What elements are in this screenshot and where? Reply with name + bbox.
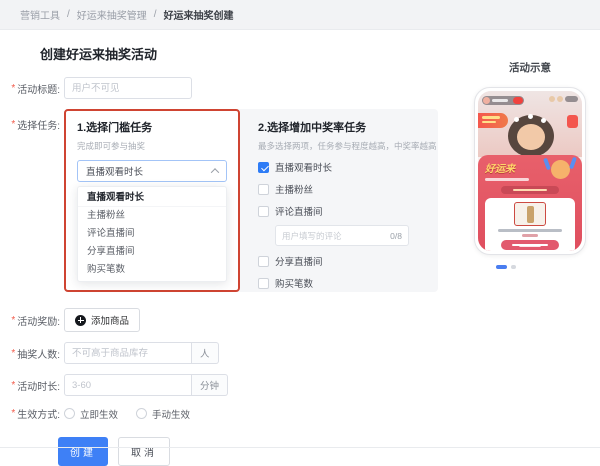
breadcrumb: 营销工具 / 好运来抽奖管理 / 好运来抽奖创建 — [0, 0, 600, 30]
lottery-tagline — [485, 178, 529, 181]
event-banner — [478, 113, 508, 128]
page-bottom-divider — [0, 447, 600, 448]
breadcrumb-separator: / — [154, 9, 157, 20]
draw-count-label: * 抽奖人数: — [6, 346, 60, 361]
checkbox-checked-icon[interactable] — [258, 162, 269, 173]
lottery-header-pill — [501, 186, 559, 194]
mascot-icon — [551, 160, 570, 179]
form-row-duration: * 活动时长: 分钟 — [6, 374, 600, 396]
threshold-task-panel: 1.选择门槛任务 完成即可参与抽奖 直播观看时长 直播观看时长 主播粉丝 评论直… — [64, 109, 240, 292]
activity-preview: 活动示意 — [468, 60, 592, 269]
form-actions: 创建 取消 — [58, 437, 600, 466]
follow-button — [513, 97, 523, 104]
preview-pagination — [468, 265, 516, 269]
effective-mode-label: * 生效方式: — [6, 406, 60, 421]
add-product-button[interactable]: 添加商品 — [64, 308, 140, 332]
preview-title: 活动示意 — [509, 60, 551, 75]
breadcrumb-item-marketing-tools[interactable]: 营销工具 — [20, 7, 60, 22]
radio-icon[interactable] — [64, 408, 75, 419]
viewer-count-pill — [565, 96, 578, 102]
checkbox-follow-host[interactable]: 主播粉丝 — [258, 182, 436, 196]
cancel-button[interactable]: 取消 — [118, 437, 170, 466]
breadcrumb-item-lottery-create: 好运来抽奖创建 — [164, 7, 234, 22]
required-asterisk: * — [11, 315, 15, 326]
duration-input-group: 分钟 — [64, 374, 228, 396]
required-asterisk: * — [11, 83, 15, 94]
prize-count — [522, 234, 538, 237]
threshold-task-dropdown: 直播观看时长 主播粉丝 评论直播间 分享直播间 购买笔数 — [77, 186, 227, 282]
dropdown-option-comment-room[interactable]: 评论直播间 — [78, 225, 226, 243]
activity-reward-label: * 活动奖励: — [6, 313, 60, 328]
checkbox-icon[interactable] — [258, 256, 269, 267]
promo-badge-icon — [567, 115, 578, 128]
viewer-avatar — [549, 96, 555, 102]
checkbox-purchase-count[interactable]: 购买笔数 — [258, 276, 436, 290]
radio-immediate-effect[interactable]: 立即生效 — [64, 407, 118, 421]
checkbox-icon[interactable] — [258, 278, 269, 289]
required-asterisk: * — [11, 119, 15, 130]
dropdown-option-purchase-count[interactable]: 购买笔数 — [78, 261, 226, 279]
duration-input[interactable] — [64, 374, 192, 396]
threshold-task-select-value: 直播观看时长 — [86, 164, 143, 178]
pagination-dot[interactable] — [511, 265, 516, 269]
form-row-effective-mode: * 生效方式: 立即生效 手动生效 — [6, 406, 600, 421]
required-asterisk: * — [11, 380, 15, 391]
form-row-activity-reward: * 活动奖励: 添加商品 — [6, 308, 600, 332]
prize-description — [498, 229, 562, 232]
host-avatar — [483, 97, 490, 104]
dropdown-option-watch-duration[interactable]: 直播观看时长 — [78, 189, 226, 207]
host-info-pill — [482, 96, 524, 105]
rate-panel-subtitle: 最多选择两项，任务参与程度越高，中奖率越高 — [258, 140, 436, 152]
prize-product-image — [514, 202, 546, 226]
required-asterisk: * — [11, 348, 15, 359]
rate-panel-title: 2.选择增加中奖率任务 — [258, 119, 436, 135]
threshold-panel-title: 1.选择门槛任务 — [77, 119, 227, 135]
checkbox-icon[interactable] — [258, 184, 269, 195]
draw-count-unit: 人 — [192, 342, 219, 364]
activity-title-input[interactable] — [64, 77, 192, 99]
activity-title-label: * 活动标题: — [6, 81, 60, 96]
swipe-hint — [519, 244, 541, 247]
pagination-dot-active[interactable] — [496, 265, 507, 269]
rate-task-panel: 2.选择增加中奖率任务 最多选择两项，任务参与程度越高，中奖率越高 直播观看时长… — [240, 109, 436, 292]
create-button[interactable]: 创建 — [58, 437, 108, 466]
dropdown-option-share-room[interactable]: 分享直播间 — [78, 243, 226, 261]
comment-input-group: 0/8 — [275, 225, 409, 246]
lottery-promo-panel: 好运来 — [478, 155, 582, 251]
plus-circle-icon — [75, 315, 86, 326]
checkbox-share-room[interactable]: 分享直播间 — [258, 254, 436, 268]
draw-count-input-group: 人 — [64, 342, 219, 364]
task-panels-container: 1.选择门槛任务 完成即可参与抽奖 直播观看时长 直播观看时长 主播粉丝 评论直… — [64, 109, 438, 292]
checkbox-icon[interactable] — [258, 206, 269, 217]
threshold-panel-subtitle: 完成即可参与抽奖 — [77, 140, 227, 152]
chevron-up-icon — [211, 168, 219, 176]
phone-mockup: 好运来 — [474, 87, 586, 255]
radio-icon[interactable] — [136, 408, 147, 419]
checkbox-comment-room[interactable]: 评论直播间 — [258, 204, 436, 218]
form-row-draw-count: * 抽奖人数: 人 — [6, 342, 600, 364]
duration-label: * 活动时长: — [6, 378, 60, 393]
required-asterisk: * — [11, 408, 15, 419]
checkbox-watch-duration[interactable]: 直播观看时长 — [258, 160, 436, 174]
breadcrumb-item-lottery-management[interactable]: 好运来抽奖管理 — [77, 7, 147, 22]
comment-char-counter: 0/8 — [390, 231, 402, 241]
duration-unit: 分钟 — [192, 374, 228, 396]
viewer-avatar — [557, 96, 563, 102]
comment-text-input[interactable] — [282, 231, 374, 241]
phone-screen: 好运来 — [478, 91, 582, 251]
dropdown-option-follow-host[interactable]: 主播粉丝 — [78, 207, 226, 225]
effective-mode-radio-group: 立即生效 手动生效 — [64, 407, 190, 421]
breadcrumb-separator: / — [67, 9, 70, 20]
draw-count-input[interactable] — [64, 342, 192, 364]
radio-manual-effect[interactable]: 手动生效 — [136, 407, 190, 421]
live-video-area — [478, 91, 582, 157]
threshold-task-select[interactable]: 直播观看时长 — [77, 160, 227, 182]
viewer-list — [549, 96, 578, 102]
select-task-label: * 选择任务: — [6, 109, 60, 132]
